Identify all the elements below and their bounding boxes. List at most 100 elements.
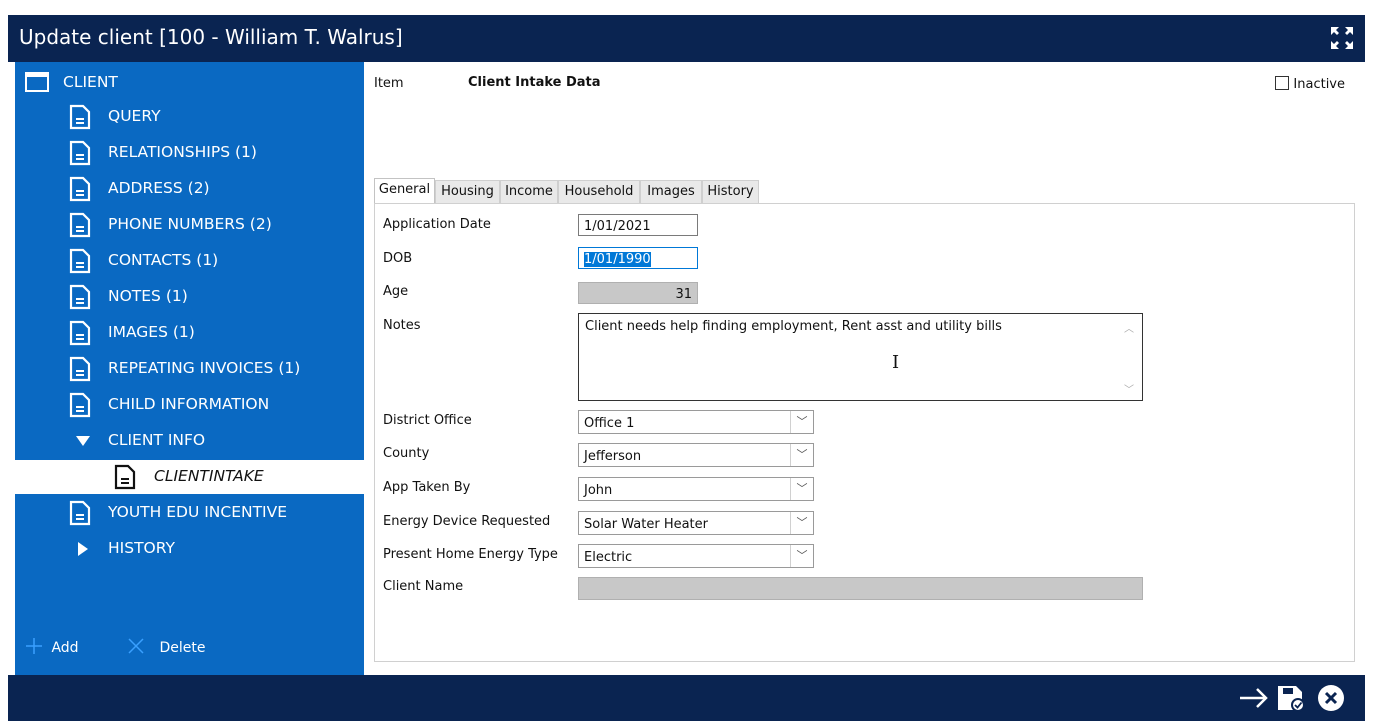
dob-selected-text: 1/01/1990	[584, 252, 651, 267]
app-taken-by-value: John	[584, 483, 613, 498]
text-cursor-icon: I	[892, 352, 900, 373]
chevron-down-icon[interactable]: ﹀	[790, 444, 813, 466]
sidebar-footer: Add Delete	[15, 637, 364, 665]
county-label: County	[383, 446, 430, 461]
collapsed-triangle-icon[interactable]	[77, 541, 89, 557]
notes-label: Notes	[383, 318, 421, 333]
sidebar-item-client[interactable]: CLIENT	[15, 66, 364, 100]
sidebar-item-label: QUERY	[108, 107, 161, 125]
expanded-triangle-icon[interactable]	[75, 435, 91, 447]
document-icon	[69, 392, 91, 418]
window-icon	[25, 72, 49, 92]
document-icon	[69, 140, 91, 166]
sidebar-item-label: CLIENT INFO	[108, 431, 206, 449]
energy-device-value: Solar Water Heater	[584, 517, 709, 532]
county-value: Jefferson	[584, 449, 642, 464]
scroll-down-icon[interactable]: ﹀	[1124, 381, 1134, 396]
sidebar-item-child-information[interactable]: CHILD INFORMATION	[15, 388, 364, 422]
client-name-field	[578, 577, 1143, 600]
tab-income[interactable]: Income	[500, 180, 558, 203]
navigation-sidebar: CLIENT QUERY RELATIONSHIPS (1) ADDRESS (…	[15, 62, 364, 675]
close-circle-icon	[1318, 685, 1344, 711]
sidebar-item-label: CHILD INFORMATION	[108, 395, 270, 413]
sidebar-item-images[interactable]: IMAGES (1)	[15, 316, 364, 350]
item-label: Item	[374, 76, 404, 91]
add-label: Add	[51, 640, 79, 656]
arrow-right-icon	[1240, 688, 1268, 708]
sidebar-item-label: CONTACTS (1)	[108, 251, 219, 269]
document-icon	[69, 248, 91, 274]
district-office-select[interactable]: Office 1 ﹀	[578, 410, 814, 434]
document-icon	[114, 464, 136, 490]
sidebar-item-address[interactable]: ADDRESS (2)	[15, 172, 364, 206]
energy-device-label: Energy Device Requested	[383, 514, 551, 529]
tab-household[interactable]: Household	[558, 180, 640, 203]
content-area: Item Client Intake Data Inactive General…	[364, 62, 1365, 675]
dob-input[interactable]: 1/01/1990	[578, 247, 698, 269]
energy-device-select[interactable]: Solar Water Heater ﹀	[578, 511, 814, 535]
sidebar-item-repeating-invoices[interactable]: REPEATING INVOICES (1)	[15, 352, 364, 386]
sidebar-item-label: CLIENTINTAKE	[154, 467, 264, 485]
chevron-down-icon[interactable]: ﹀	[790, 411, 813, 433]
checkbox-box[interactable]	[1275, 76, 1290, 90]
home-energy-type-value: Electric	[584, 550, 633, 565]
sidebar-item-label: HISTORY	[108, 539, 175, 557]
sidebar-item-phone-numbers[interactable]: PHONE NUMBERS (2)	[15, 208, 364, 242]
sidebar-item-label: CLIENT	[63, 73, 118, 91]
tab-history[interactable]: History	[702, 180, 759, 203]
district-office-value: Office 1	[584, 416, 635, 431]
delete-button[interactable]: Delete	[127, 637, 205, 656]
add-button[interactable]: Add	[25, 637, 79, 656]
sidebar-item-label: IMAGES (1)	[108, 323, 195, 341]
chevron-down-icon[interactable]: ﹀	[790, 478, 813, 500]
sidebar-item-clientintake[interactable]: CLIENTINTAKE	[15, 460, 364, 494]
county-select[interactable]: Jefferson ﹀	[578, 443, 814, 467]
sidebar-item-label: YOUTH EDU INCENTIVE	[108, 503, 288, 521]
sidebar-item-client-info[interactable]: CLIENT INFO	[15, 424, 364, 458]
tab-images[interactable]: Images	[640, 180, 702, 203]
general-tab-panel: Application Date 1/01/2021 DOB 1/01/1990…	[374, 203, 1355, 662]
sidebar-item-history[interactable]: HISTORY	[15, 532, 364, 566]
save-button[interactable]	[1276, 684, 1308, 712]
sidebar-item-youth-edu-incentive[interactable]: YOUTH EDU INCENTIVE	[15, 496, 364, 530]
item-value: Client Intake Data	[468, 75, 601, 90]
dob-label: DOB	[383, 251, 413, 266]
window-title: Update client [100 - William T. Walrus]	[19, 25, 403, 49]
delete-label: Delete	[159, 640, 206, 656]
sidebar-item-relationships[interactable]: RELATIONSHIPS (1)	[15, 136, 364, 170]
document-icon	[69, 104, 91, 130]
sidebar-item-label: PHONE NUMBERS (2)	[108, 215, 272, 233]
chevron-down-icon[interactable]: ﹀	[790, 545, 813, 567]
chevron-down-icon[interactable]: ﹀	[790, 512, 813, 534]
maximize-icon[interactable]	[1329, 25, 1355, 51]
close-button[interactable]	[1316, 684, 1348, 712]
sidebar-item-label: NOTES (1)	[108, 287, 188, 305]
app-taken-by-select[interactable]: John ﹀	[578, 477, 814, 501]
age-field: 31	[578, 282, 698, 304]
sidebar-item-query[interactable]: QUERY	[15, 100, 364, 134]
district-office-label: District Office	[383, 413, 472, 428]
notes-textarea[interactable]: Client needs help finding employment, Re…	[578, 313, 1143, 401]
x-icon	[128, 638, 144, 654]
document-icon	[69, 320, 91, 346]
tab-general[interactable]: General	[374, 178, 435, 203]
inactive-checkbox[interactable]: Inactive	[1275, 76, 1345, 92]
document-icon	[69, 176, 91, 202]
application-date-label: Application Date	[383, 217, 491, 232]
client-name-label: Client Name	[383, 579, 464, 594]
inactive-label: Inactive	[1293, 77, 1345, 92]
sidebar-item-label: RELATIONSHIPS (1)	[108, 143, 257, 161]
tab-housing[interactable]: Housing	[435, 180, 500, 203]
sidebar-item-notes[interactable]: NOTES (1)	[15, 280, 364, 314]
next-arrow-button[interactable]	[1238, 684, 1270, 712]
home-energy-type-label: Present Home Energy Type	[383, 547, 558, 562]
sidebar-item-label: REPEATING INVOICES (1)	[108, 359, 301, 377]
age-label: Age	[383, 284, 409, 299]
document-icon	[69, 212, 91, 238]
sidebar-item-contacts[interactable]: CONTACTS (1)	[15, 244, 364, 278]
application-date-input[interactable]: 1/01/2021	[578, 214, 698, 236]
save-icon	[1278, 686, 1305, 712]
home-energy-type-select[interactable]: Electric ﹀	[578, 544, 814, 568]
scroll-up-icon[interactable]: ︿	[1124, 320, 1134, 335]
sidebar-item-label: ADDRESS (2)	[108, 179, 210, 197]
